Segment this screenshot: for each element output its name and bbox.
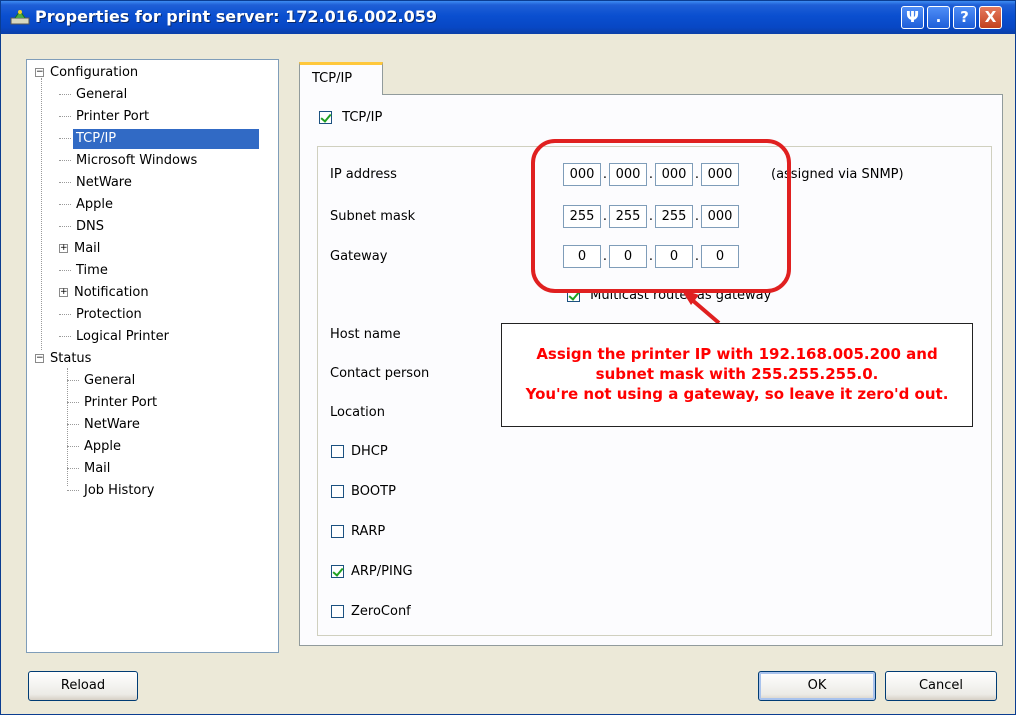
- annotation-line-3: You're not using a gateway, so leave it …: [525, 385, 949, 403]
- tree-group-label: Configuration: [50, 65, 139, 80]
- settings-tree[interactable]: − Configuration General Printer Port TCP/…: [26, 59, 279, 653]
- ip-address-field[interactable]: 000. 000. 000. 000: [563, 163, 739, 186]
- expand-icon[interactable]: +: [59, 244, 68, 253]
- window-title: Properties for print server: 172.016.002…: [35, 7, 437, 26]
- host-name-label: Host name: [330, 327, 401, 342]
- tree-item-status-netware[interactable]: NetWare: [67, 415, 143, 435]
- tree-item-netware[interactable]: NetWare: [59, 173, 135, 193]
- annotation-line-2: subnet mask with 255.255.255.0.: [595, 365, 879, 383]
- tree-item-apple[interactable]: Apple: [59, 195, 116, 215]
- cancel-button[interactable]: Cancel: [885, 671, 997, 701]
- gateway-field[interactable]: 0.0.0.0: [563, 245, 739, 268]
- tree-item-protection[interactable]: Protection: [59, 305, 145, 325]
- network-printer-icon: [10, 10, 30, 25]
- zeroconf-checkbox[interactable]: ZeroConf: [331, 604, 411, 619]
- arp-ping-checkbox[interactable]: ARP/PING: [331, 564, 413, 579]
- tree-item-general[interactable]: General: [59, 85, 130, 105]
- annotation-line-1: Assign the printer IP with 192.168.005.2…: [536, 345, 938, 363]
- tree-group-label: Status: [50, 351, 92, 366]
- minimize-button[interactable]: .: [927, 6, 950, 29]
- collapse-icon[interactable]: −: [35, 68, 44, 77]
- tree-item-dns[interactable]: DNS: [59, 217, 107, 237]
- rarp-checkbox[interactable]: RARP: [331, 524, 385, 539]
- bootp-checkbox[interactable]: BOOTP: [331, 484, 396, 499]
- location-label: Location: [330, 405, 385, 420]
- multicast-gateway-checkbox[interactable]: Multicast router as gateway: [567, 288, 771, 303]
- tab-tcpip[interactable]: TCP/IP: [299, 62, 383, 95]
- tcpip-enable-checkbox[interactable]: TCP/IP: [319, 110, 382, 125]
- tree-item-logical-printer[interactable]: Logical Printer: [59, 327, 172, 347]
- subnet-mask-field[interactable]: 255. 255. 255. 000: [563, 205, 739, 228]
- ok-button[interactable]: OK: [758, 671, 876, 701]
- tree-item-job-history[interactable]: Job History: [67, 481, 157, 501]
- tree-item-mail[interactable]: + Mail: [59, 239, 103, 259]
- tree-item-status-mail[interactable]: Mail: [67, 459, 113, 479]
- annotation-callout: Assign the printer IP with 192.168.005.2…: [501, 323, 973, 427]
- tree-item-status-general[interactable]: General: [67, 371, 138, 391]
- tree-group-status[interactable]: − Status: [35, 349, 94, 369]
- gateway-label: Gateway: [330, 249, 388, 264]
- tree-item-status-apple[interactable]: Apple: [67, 437, 124, 457]
- tree-item-time[interactable]: Time: [59, 261, 111, 281]
- properties-window: Properties for print server: 172.016.002…: [0, 0, 1016, 715]
- tree-item-microsoft-windows[interactable]: Microsoft Windows: [59, 151, 200, 171]
- tree-item-status-printer-port[interactable]: Printer Port: [67, 393, 160, 413]
- tree-item-printer-port[interactable]: Printer Port: [59, 107, 152, 127]
- collapse-icon[interactable]: −: [35, 354, 44, 363]
- title-bar[interactable]: Properties for print server: 172.016.002…: [1, 1, 1015, 34]
- dhcp-checkbox[interactable]: DHCP: [331, 444, 388, 459]
- tree-item-tcpip[interactable]: TCP/IP: [59, 129, 259, 149]
- checkbox-checked[interactable]: [319, 111, 332, 124]
- reload-button[interactable]: Reload: [28, 671, 138, 701]
- contact-person-label: Contact person: [330, 366, 430, 381]
- help-tool-button[interactable]: Ψ: [901, 6, 924, 29]
- expand-icon[interactable]: +: [59, 288, 68, 297]
- tree-item-notification[interactable]: + Notification: [59, 283, 152, 303]
- close-button[interactable]: X: [979, 6, 1002, 29]
- ip-assigned-note: (assigned via SNMP): [771, 167, 904, 182]
- checkbox-checked[interactable]: [567, 289, 580, 302]
- subnet-mask-label: Subnet mask: [330, 209, 416, 224]
- help-button[interactable]: ?: [953, 6, 976, 29]
- tree-group-configuration[interactable]: − Configuration: [35, 63, 141, 83]
- ip-address-label: IP address: [330, 167, 397, 182]
